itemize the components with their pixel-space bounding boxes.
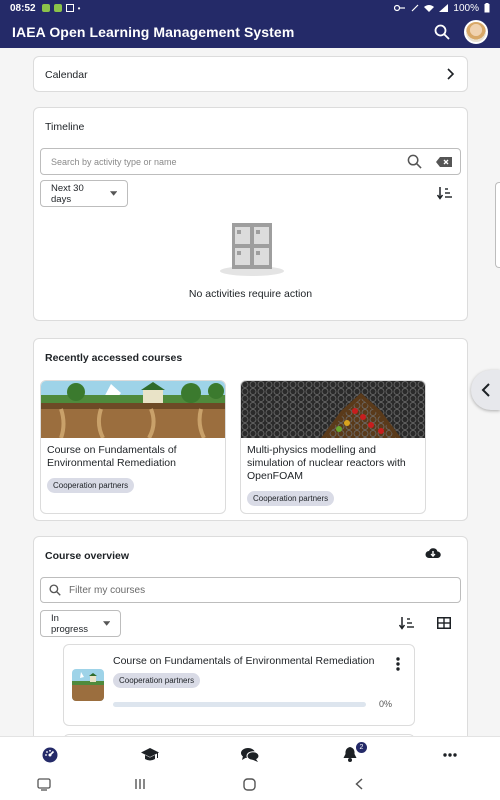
search-icon[interactable] (407, 154, 422, 169)
tab-dashboard[interactable] (0, 737, 100, 773)
notifications-count-badge: 2 (356, 741, 367, 753)
search-icon (49, 584, 61, 596)
course-image (241, 381, 425, 438)
course-image (41, 381, 225, 439)
timeline-range-select[interactable]: Next 30 days (40, 180, 128, 207)
tab-more[interactable] (400, 737, 500, 773)
filter-courses-placeholder: Filter my courses (69, 584, 146, 596)
chevron-left-icon (481, 383, 490, 397)
screen-capture-icon[interactable] (37, 778, 51, 791)
graduation-cap-icon (141, 747, 159, 760)
back-icon[interactable] (355, 778, 363, 790)
timeline-search-placeholder: Search by activity type or name (51, 156, 177, 167)
chat-icon (241, 748, 259, 762)
app-header: IAEA Open Learning Management System (0, 16, 500, 48)
timeline-card: Timeline Search by activity type or name… (33, 107, 468, 321)
filter-courses-input[interactable]: Filter my courses (40, 577, 461, 603)
image-icon (65, 4, 74, 12)
timeline-search-input[interactable]: Search by activity type or name (40, 148, 461, 175)
recent-course-card[interactable]: Course on Fundamentals of Environmental … (40, 380, 226, 514)
bell-icon (343, 747, 357, 762)
recent-course-card[interactable]: Multi-physics modelling and simulation o… (240, 380, 426, 514)
tab-my-courses[interactable] (100, 737, 200, 773)
recent-courses-card: Recently accessed courses Course on Fund… (33, 338, 468, 521)
system-navigation-bar (0, 772, 500, 800)
status-time: 08:52 (10, 2, 36, 14)
caret-down-icon (102, 621, 110, 626)
dot-icon: • (77, 3, 81, 13)
user-avatar[interactable] (464, 20, 488, 44)
calendar-card[interactable]: Calendar (33, 56, 468, 92)
tab-notifications[interactable]: 2 (300, 737, 400, 773)
search-icon[interactable] (434, 24, 450, 40)
course-category-badge: Cooperation partners (113, 673, 201, 688)
recent-course-name: Course on Fundamentals of Environmental … (47, 444, 177, 469)
sort-icon[interactable] (399, 616, 415, 630)
more-horizontal-icon (443, 752, 457, 757)
status-bar: 08:52 • 100% (0, 0, 500, 16)
clear-icon[interactable] (436, 156, 452, 167)
app-title: IAEA Open Learning Management System (12, 24, 295, 40)
recent-courses-title: Recently accessed courses (45, 352, 183, 364)
mute-icon (411, 4, 419, 12)
course-category-badge: Cooperation partners (247, 491, 335, 506)
course-list-item[interactable]: Course on Fundamentals of Environmental … (63, 644, 415, 726)
dashboard-content: Calendar Timeline Search by activity typ… (0, 48, 500, 736)
key-icon (394, 4, 406, 12)
timeline-empty-text: No activities require action (188, 288, 313, 300)
battery-icon (484, 3, 490, 13)
chevron-right-icon (447, 68, 455, 80)
edge-panel-tab[interactable] (495, 182, 500, 268)
card-view-icon[interactable] (437, 617, 451, 629)
course-grouping-value: In progress (51, 612, 88, 635)
android-icon (41, 4, 50, 12)
course-progress-bar (113, 702, 366, 707)
timeline-title: Timeline (45, 121, 85, 133)
cloud-download-icon[interactable] (425, 547, 441, 559)
course-overview-card: Course overview Filter my courses In pro… (33, 536, 468, 736)
course-overview-title: Course overview (45, 550, 130, 562)
calendar-label: Calendar (45, 69, 88, 81)
caret-down-icon (109, 191, 117, 196)
course-name[interactable]: Course on Fundamentals of Environmental … (113, 655, 374, 667)
home-icon[interactable] (243, 778, 256, 791)
sort-icon[interactable] (437, 186, 453, 200)
more-options-icon[interactable] (396, 657, 400, 671)
course-thumbnail (72, 669, 104, 701)
empty-activities-icon (220, 223, 284, 276)
course-progress-label: 0% (378, 699, 392, 709)
timeline-range-value: Next 30 days (51, 182, 84, 205)
wifi-icon (424, 5, 435, 12)
course-grouping-select[interactable]: In progress (40, 610, 121, 637)
battery-percent: 100% (453, 2, 479, 14)
bottom-tab-bar: 2 (0, 736, 500, 772)
android-icon (53, 4, 62, 12)
tab-messages[interactable] (200, 737, 300, 773)
signal-icon (439, 4, 449, 12)
dashboard-icon (42, 747, 58, 762)
recent-course-name: Multi-physics modelling and simulation o… (247, 444, 406, 482)
course-category-badge: Cooperation partners (47, 478, 135, 493)
recent-apps-icon[interactable] (134, 778, 146, 790)
